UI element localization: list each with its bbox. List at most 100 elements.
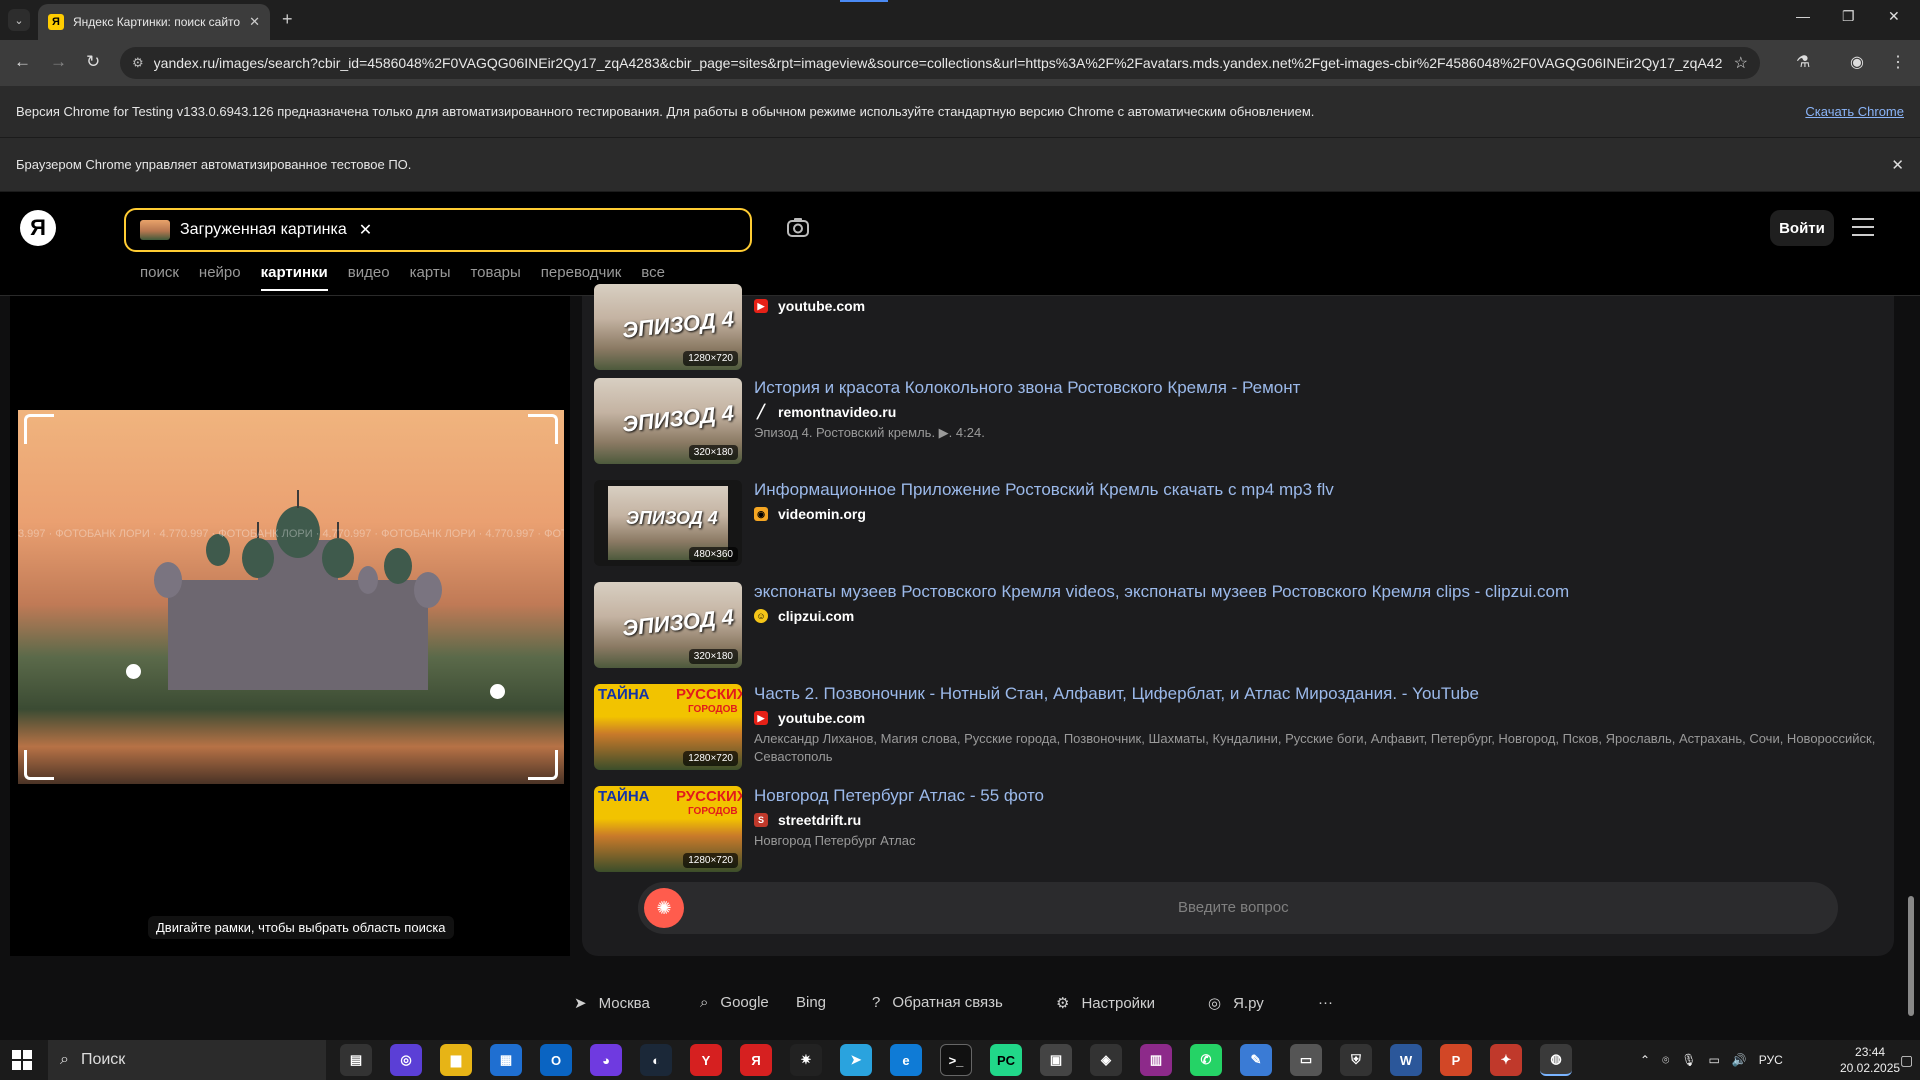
tab-images[interactable]: картинки [260, 264, 328, 291]
hamburger-menu-icon[interactable] [1852, 218, 1874, 242]
image-search-field[interactable]: Загруженная картинка ✕ [124, 208, 752, 252]
result-title-link[interactable]: Часть 2. Позвоночник - Нотный Стан, Алфа… [754, 684, 1479, 704]
bookmark-star-icon[interactable]: ☆ [1734, 53, 1748, 73]
discord-icon[interactable]: ◕ [590, 1044, 622, 1076]
forward-icon[interactable]: → [50, 52, 67, 72]
crop-corner-bottom-left[interactable] [24, 750, 54, 780]
result-thumbnail[interactable]: ТАЙНА РУССКИХ ГОРОДОВ 1280×720 [594, 684, 742, 770]
page-scrollbar[interactable] [1906, 296, 1916, 1040]
alice-icon[interactable]: ✺ [644, 888, 684, 928]
result-thumbnail[interactable]: ТАЙНА РУССКИХ ГОРОДОВ 1280×720 [594, 786, 742, 872]
sparkle-app-icon[interactable]: ✷ [790, 1044, 822, 1076]
result-source[interactable]: ╱ remontnavideo.ru [754, 404, 896, 420]
red-app-icon[interactable]: ✦ [1490, 1044, 1522, 1076]
tab-search[interactable]: поиск [140, 264, 179, 281]
login-button[interactable]: Войти [1770, 210, 1834, 246]
object-hotspot-dot[interactable] [490, 684, 505, 699]
microphone-icon[interactable]: 🎙 [1681, 1053, 1696, 1067]
back-icon[interactable]: ← [14, 52, 31, 72]
new-tab-icon[interactable]: + [282, 9, 293, 30]
taskbar-clock[interactable]: 23:44 20.02.2025 [1840, 1044, 1900, 1076]
result-source[interactable]: ◉ videomin.org [754, 506, 866, 522]
yandex-browser-icon[interactable]: Y [690, 1044, 722, 1076]
powerpoint-icon[interactable]: P [1440, 1044, 1472, 1076]
clear-search-icon[interactable]: ✕ [359, 220, 372, 240]
windows-start-icon[interactable] [12, 1050, 32, 1070]
result-title-link[interactable]: Информационное Приложение Ростовский Кре… [754, 480, 1334, 500]
download-chrome-link[interactable]: Скачать Chrome [1805, 104, 1904, 119]
browser-tab-active[interactable]: Я Яндекс Картинки: поиск сайто ✕ [38, 4, 270, 40]
security-shield-icon[interactable]: ⛨ [1340, 1044, 1372, 1076]
result-title-link[interactable]: Новгород Петербург Атлас - 55 фото [754, 786, 1044, 806]
copilot-icon[interactable]: ◎ [390, 1044, 422, 1076]
yandex-icon[interactable]: Я [740, 1044, 772, 1076]
tab-translator[interactable]: переводчик [541, 264, 621, 281]
result-source[interactable]: ▶ youtube.com [754, 710, 865, 726]
outlook-icon[interactable]: O [540, 1044, 572, 1076]
volume-icon[interactable]: 🔊 [1732, 1053, 1747, 1067]
footer-bing-link[interactable]: Bing [796, 994, 826, 1011]
result-title-link[interactable]: экспонаты музеев Ростовского Кремля vide… [754, 582, 1569, 602]
infobar-close-icon[interactable]: ✕ [1891, 156, 1904, 174]
footer-yaru-link[interactable]: ◎ Я.ру [1208, 994, 1264, 1013]
address-bar[interactable]: ⚙ yandex.ru/images/search?cbir_id=458604… [120, 47, 1760, 79]
tab-close-icon[interactable]: ✕ [249, 14, 260, 30]
object-hotspot-dot[interactable] [126, 664, 141, 679]
task-view-icon[interactable]: ▤ [340, 1044, 372, 1076]
image-viewer-icon[interactable]: ▭ [1290, 1044, 1322, 1076]
tab-video[interactable]: видео [348, 264, 390, 281]
game-launcher-icon[interactable]: ◈ [1090, 1044, 1122, 1076]
crop-corner-top-right[interactable] [528, 414, 558, 444]
alice-question-input[interactable]: ✺ Введите вопрос [638, 882, 1838, 934]
footer-feedback-link[interactable]: ? Обратная связь [872, 994, 1003, 1011]
camera-search-icon[interactable] [786, 216, 810, 244]
labs-flask-icon[interactable]: ⚗ [1796, 52, 1810, 72]
result-title-link[interactable]: История и красота Колокольного звона Рос… [754, 378, 1300, 398]
tab-all[interactable]: все [641, 264, 665, 281]
pycharm-icon[interactable]: PC [990, 1044, 1022, 1076]
notifications-icon[interactable]: ▢ [1900, 1052, 1913, 1069]
site-info-icon[interactable]: ⚙ [132, 55, 144, 71]
tab-goods[interactable]: товары [470, 264, 520, 281]
chrome-testing-icon[interactable]: ◍ [1540, 1044, 1572, 1076]
restore-icon[interactable]: ❐ [1842, 8, 1855, 25]
minimize-icon[interactable]: — [1796, 8, 1810, 24]
uploaded-image-preview[interactable]: 3.997 · ФОТОБАНК ЛОРИ · 4.770.997 · ФОТО… [18, 410, 564, 784]
network-icon[interactable]: ▭ [1709, 1053, 1720, 1067]
result-thumbnail[interactable]: ЭПИЗОД 4 320×180 [594, 378, 742, 464]
language-indicator[interactable]: РУС [1759, 1053, 1783, 1067]
winrar-icon[interactable]: ▥ [1140, 1044, 1172, 1076]
tab-neuro[interactable]: нейро [199, 264, 241, 281]
terminal-icon[interactable]: >_ [940, 1044, 972, 1076]
scrollbar-thumb[interactable] [1908, 896, 1914, 1016]
result-thumbnail[interactable]: ЭПИЗОД 4 1280×720 [594, 284, 742, 370]
telegram-icon[interactable]: ➤ [840, 1044, 872, 1076]
footer-google-link[interactable]: ⌕ Google [700, 994, 769, 1011]
notes-icon[interactable]: ✎ [1240, 1044, 1272, 1076]
file-explorer-icon[interactable]: ▆ [440, 1044, 472, 1076]
result-source[interactable]: ▶ youtube.com [754, 298, 865, 314]
edge-icon[interactable]: e [890, 1044, 922, 1076]
menu-dots-icon[interactable]: ⋮ [1890, 52, 1906, 72]
tab-maps[interactable]: карты [410, 264, 451, 281]
window-close-icon[interactable]: ✕ [1888, 8, 1900, 25]
tray-expand-icon[interactable]: ⌃ [1640, 1053, 1650, 1067]
tab-search-button[interactable]: ⌄ [8, 9, 30, 31]
steam-icon[interactable]: ◐ [640, 1044, 672, 1076]
result-thumbnail[interactable]: ЭПИЗОД 4 480×360 [594, 480, 742, 566]
whatsapp-icon[interactable]: ✆ [1190, 1044, 1222, 1076]
word-icon[interactable]: W [1390, 1044, 1422, 1076]
tray-app-icon[interactable]: ⌾ [1662, 1053, 1669, 1068]
result-source[interactable]: S streetdrift.ru [754, 812, 861, 828]
crop-corner-bottom-right[interactable] [528, 750, 558, 780]
result-thumbnail[interactable]: ЭПИЗОД 4 320×180 [594, 582, 742, 668]
yandex-logo[interactable]: Я [20, 210, 56, 246]
reload-icon[interactable]: ↻ [86, 52, 100, 72]
store-icon[interactable]: ▦ [490, 1044, 522, 1076]
footer-settings-link[interactable]: ⚙ Настройки [1056, 994, 1155, 1013]
crop-corner-top-left[interactable] [24, 414, 54, 444]
result-source[interactable]: ☺ clipzui.com [754, 608, 854, 624]
photos-icon[interactable]: ▣ [1040, 1044, 1072, 1076]
footer-more-button[interactable]: ··· [1318, 994, 1333, 1011]
profile-icon[interactable]: ◉ [1850, 52, 1864, 72]
